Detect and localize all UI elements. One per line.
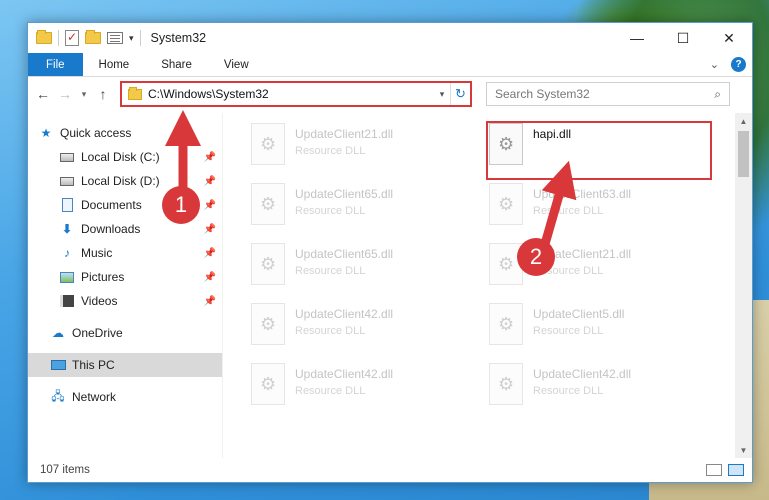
annotation-arrows (165, 110, 577, 246)
arrow-to-hapi-dll (540, 160, 577, 246)
step-badge-1: 1 (162, 186, 200, 224)
step-badge-2: 2 (517, 238, 555, 276)
